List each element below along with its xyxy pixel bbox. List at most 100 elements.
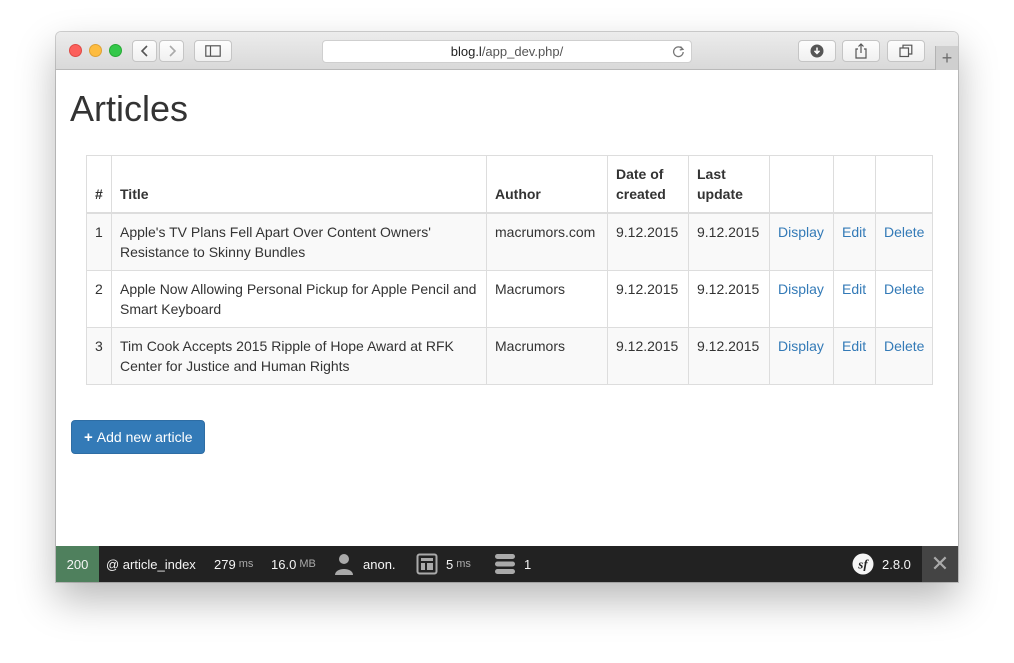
row-delete-cell: Delete <box>874 327 934 385</box>
row-num: 2 <box>86 270 112 328</box>
render-value: 5 <box>446 556 454 572</box>
tabs-overview-button[interactable] <box>887 40 925 62</box>
version-number: 2.8.0 <box>882 556 911 572</box>
row-display-cell: Display <box>769 270 834 328</box>
row-title: Apple Now Allowing Personal Pickup for A… <box>111 270 487 328</box>
status-code: 200 <box>66 556 89 572</box>
delete-link[interactable]: Delete <box>884 281 924 297</box>
memory-usage[interactable]: 16.0 MB <box>271 546 316 582</box>
user-icon <box>335 554 353 575</box>
reload-icon[interactable] <box>672 45 685 58</box>
page-content: Articles # Title Author Date of created L… <box>56 70 958 546</box>
delete-link[interactable]: Delete <box>884 224 924 240</box>
row-edit-cell: Edit <box>833 270 876 328</box>
edit-link[interactable]: Edit <box>842 224 866 240</box>
row-edit-cell: Edit <box>833 327 876 385</box>
plus-icon: + <box>84 428 93 446</box>
row-delete-cell: Delete <box>874 270 934 328</box>
header-created-line2: created <box>616 186 666 202</box>
sidebar-toggle-button[interactable] <box>194 40 232 62</box>
address-bar[interactable]: blog.l/app_dev.php/ <box>322 40 692 63</box>
memory-unit: MB <box>299 558 316 570</box>
row-title: Apple's TV Plans Fell Apart Over Content… <box>111 212 487 271</box>
downloads-button[interactable] <box>798 40 836 62</box>
table-header-row: # Title Author Date of created Last update <box>86 155 934 214</box>
share-icon <box>855 43 867 59</box>
svg-text:sf: sf <box>857 557 869 572</box>
display-link[interactable]: Display <box>778 224 824 240</box>
row-created: 9.12.2015 <box>607 327 689 385</box>
sidebar-icon <box>205 45 221 57</box>
row-author: macrumors.com <box>486 212 608 271</box>
add-new-article-button[interactable]: + Add new article <box>71 420 206 454</box>
page-title: Articles <box>70 88 189 129</box>
query-count: 1 <box>524 556 532 572</box>
back-button[interactable] <box>132 40 157 62</box>
row-delete-cell: Delete <box>874 212 934 271</box>
row-display-cell: Display <box>769 327 834 385</box>
route-info[interactable]: @ article_index <box>106 546 196 582</box>
row-num: 1 <box>86 212 112 271</box>
header-edit <box>833 155 876 214</box>
render-unit: ms <box>456 558 471 570</box>
row-updated: 9.12.2015 <box>688 270 770 328</box>
table-row: 2 Apple Now Allowing Personal Pickup for… <box>86 270 934 328</box>
display-link[interactable]: Display <box>778 281 824 297</box>
table-row: 3 Tim Cook Accepts 2015 Ripple of Hope A… <box>86 327 934 385</box>
route-name: @ article_index <box>106 556 196 572</box>
share-button[interactable] <box>842 40 880 62</box>
security-user[interactable]: anon. <box>334 546 396 582</box>
tabs-icon <box>899 44 913 58</box>
articles-table: # Title Author Date of created Last update… <box>86 155 934 385</box>
symfony-debug-toolbar: 200 @ article_index 279 ms 16.0 MB anon. 5… <box>56 546 958 582</box>
row-updated: 9.12.2015 <box>688 212 770 271</box>
close-window-button[interactable] <box>69 44 82 57</box>
row-title: Tim Cook Accepts 2015 Ripple of Hope Awa… <box>111 327 487 385</box>
url-host: blog.l <box>450 44 482 59</box>
header-num: # <box>86 155 112 214</box>
delete-link[interactable]: Delete <box>884 338 924 354</box>
browser-titlebar: blog.l/app_dev.php/ + <box>56 32 958 70</box>
header-updated-line1: Last <box>697 166 726 182</box>
row-created: 9.12.2015 <box>607 212 689 271</box>
memory-value: 16.0 <box>271 556 297 572</box>
row-edit-cell: Edit <box>833 212 876 271</box>
download-icon <box>810 44 824 58</box>
header-title: Title <box>111 155 487 214</box>
plus-icon: + <box>941 48 953 68</box>
header-display <box>769 155 834 214</box>
status-code-badge[interactable]: 200 <box>56 546 99 582</box>
chevron-right-icon <box>168 45 176 57</box>
database-icon <box>495 554 515 574</box>
table-row: 1 Apple's TV Plans Fell Apart Over Conte… <box>86 212 934 271</box>
row-author: Macrumors <box>486 270 608 328</box>
time-unit: ms <box>238 558 254 570</box>
user-name: anon. <box>363 556 396 572</box>
close-toolbar-button[interactable]: ✕ <box>922 546 958 582</box>
symfony-version[interactable]: sf 2.8.0 <box>852 546 911 582</box>
header-author: Author <box>486 155 608 214</box>
request-time[interactable]: 279 ms <box>214 546 253 582</box>
header-delete <box>874 155 934 214</box>
database-queries[interactable]: 1 <box>494 546 531 582</box>
add-new-article-label: Add new article <box>96 429 193 445</box>
chevron-left-icon <box>140 45 148 57</box>
template-icon <box>416 553 438 575</box>
symfony-logo-icon: sf <box>852 553 874 575</box>
new-tab-button[interactable]: + <box>935 46 958 70</box>
close-icon: ✕ <box>930 551 950 576</box>
forward-button[interactable] <box>159 40 184 62</box>
display-link[interactable]: Display <box>778 338 824 354</box>
row-author: Macrumors <box>486 327 608 385</box>
header-created-line1: Date of <box>616 166 664 182</box>
header-updated: Last update <box>688 155 770 214</box>
render-time[interactable]: 5 ms <box>416 546 471 582</box>
row-num: 3 <box>86 327 112 385</box>
edit-link[interactable]: Edit <box>842 281 866 297</box>
browser-window: blog.l/app_dev.php/ + Articles # Title A… <box>56 32 958 582</box>
url-path: /app_dev.php/ <box>481 44 564 59</box>
time-value: 279 <box>214 556 236 572</box>
edit-link[interactable]: Edit <box>842 338 866 354</box>
minimize-window-button[interactable] <box>89 44 102 57</box>
zoom-window-button[interactable] <box>109 44 122 57</box>
